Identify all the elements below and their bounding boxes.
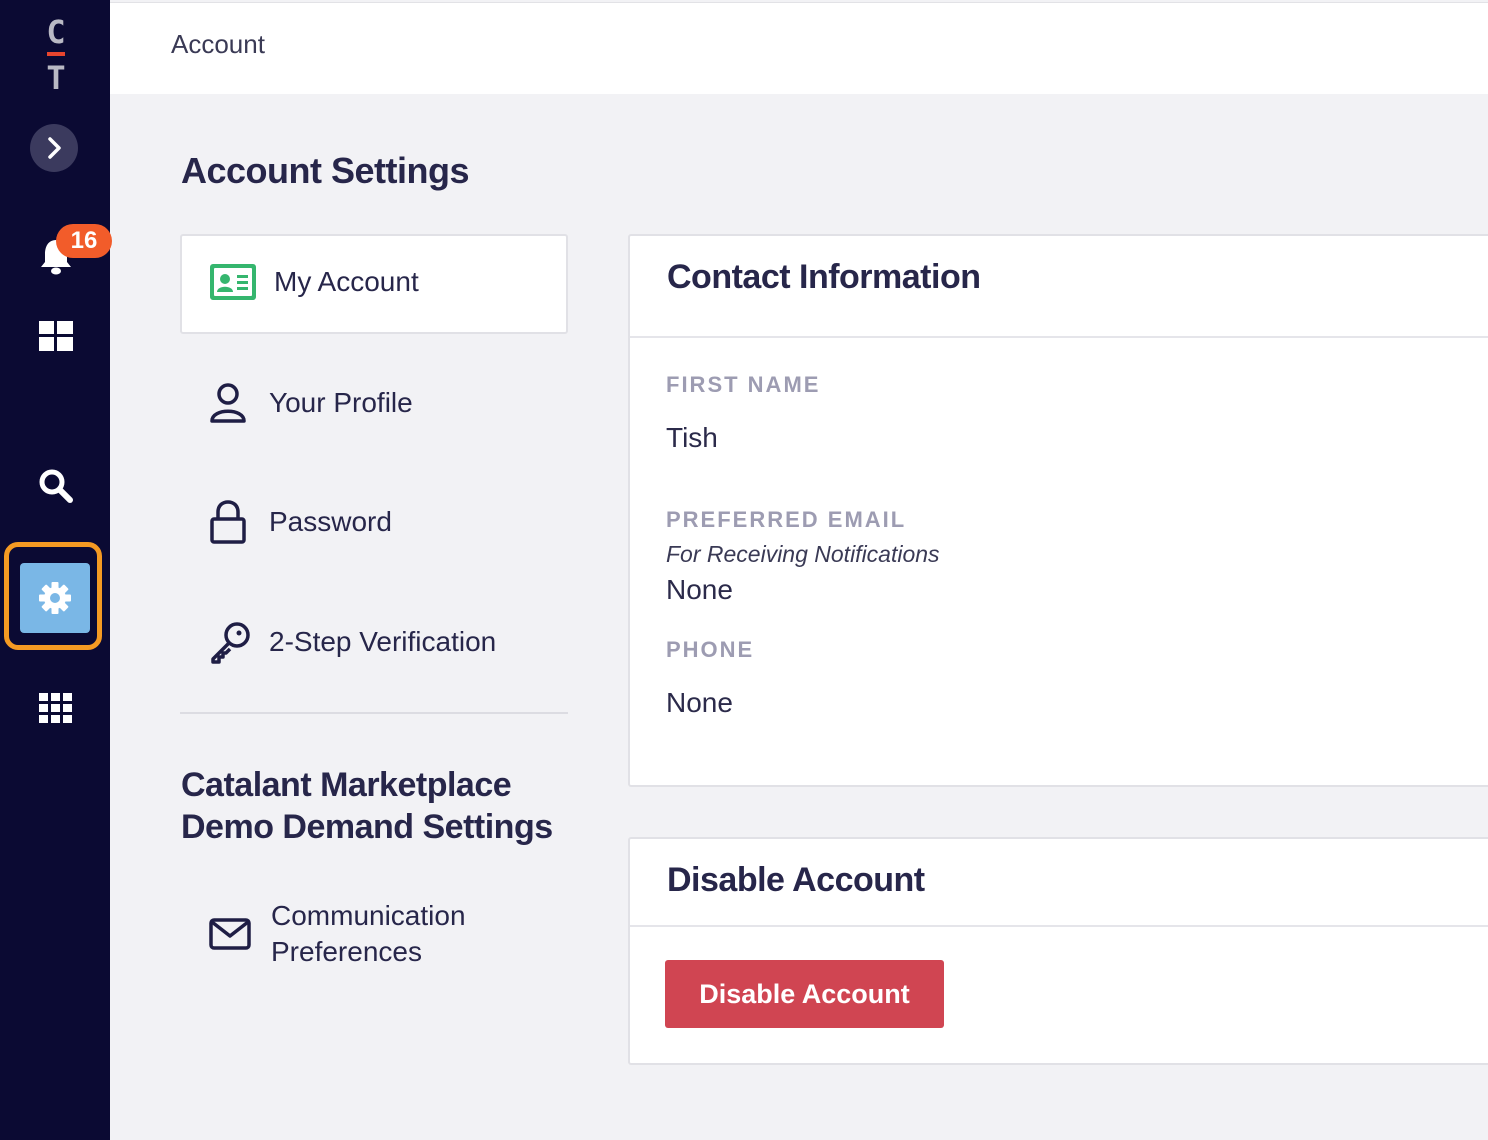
search-button[interactable]: [36, 466, 76, 506]
nav-item-communication-preferences[interactable]: Communication Preferences: [205, 898, 466, 970]
disable-card-header: Disable Account: [630, 839, 1488, 927]
nav-item-label: Communication Preferences: [271, 898, 466, 970]
first-name-label: FIRST NAME: [666, 372, 821, 397]
phone-value: None: [666, 687, 733, 718]
contact-card-title: Contact Information: [667, 258, 981, 296]
notification-count-badge: 16: [56, 224, 112, 258]
dashboard-grid-icon: [39, 321, 73, 351]
logo-letter-top: C: [46, 13, 66, 51]
nav-item-label: 2-Step Verification: [269, 626, 497, 657]
apps-button[interactable]: [36, 688, 76, 728]
nav-item-label: My Account: [274, 266, 419, 297]
breadcrumb: Account: [171, 29, 265, 59]
first-name-value: Tish: [666, 422, 718, 453]
nav-item-password[interactable]: Password: [203, 500, 392, 544]
section-title-line-2: Demo Demand Settings: [181, 808, 553, 846]
section-title-marketplace: Catalant Marketplace Demo Demand Setting…: [181, 764, 581, 848]
nav-item-your-profile[interactable]: Your Profile: [203, 382, 413, 424]
expand-sidebar-button[interactable]: [30, 124, 78, 172]
search-icon: [39, 469, 73, 503]
section-title-line-1: Catalant Marketplace: [181, 766, 512, 804]
preferred-email-sublabel: For Receiving Notifications: [666, 541, 940, 567]
nav-divider: [180, 712, 568, 714]
disable-account-card: Disable Account: [628, 837, 1488, 1065]
disable-card-title: Disable Account: [667, 861, 925, 899]
logo-letter-bottom: T: [46, 59, 66, 97]
top-bar: Account: [110, 2, 1488, 94]
settings-button[interactable]: [20, 563, 90, 633]
key-icon: [205, 620, 255, 664]
disable-account-button[interactable]: Disable Account: [665, 960, 944, 1028]
preferred-email-label: PREFERRED EMAIL: [666, 507, 907, 532]
phone-label: PHONE: [666, 637, 755, 662]
chevron-right-icon: [48, 137, 61, 159]
nav-item-label-line-2: Preferences: [271, 936, 422, 967]
nav-item-2-step-verification[interactable]: 2-Step Verification: [205, 620, 496, 664]
nav-item-label: Password: [269, 506, 392, 537]
lock-icon: [203, 500, 253, 544]
preferred-email-value: None: [666, 574, 733, 605]
apps-grid-icon: [39, 693, 72, 723]
envelope-icon: [205, 918, 255, 950]
id-card-icon: [208, 264, 258, 300]
contact-card-header: Contact Information: [630, 236, 1488, 338]
left-rail: C T 16: [0, 0, 112, 1140]
dashboard-button[interactable]: [36, 316, 76, 356]
nav-item-label: Your Profile: [269, 387, 413, 418]
catalant-logo[interactable]: C T: [38, 14, 74, 98]
page-title: Account Settings: [181, 150, 470, 191]
person-icon: [203, 382, 253, 424]
nav-item-my-account[interactable]: My Account: [180, 234, 568, 334]
gear-icon: [39, 582, 71, 614]
nav-item-label-line-1: Communication: [271, 900, 466, 931]
nav-item-my-account-content: My Account: [208, 264, 419, 300]
logo-divider: [47, 52, 65, 56]
